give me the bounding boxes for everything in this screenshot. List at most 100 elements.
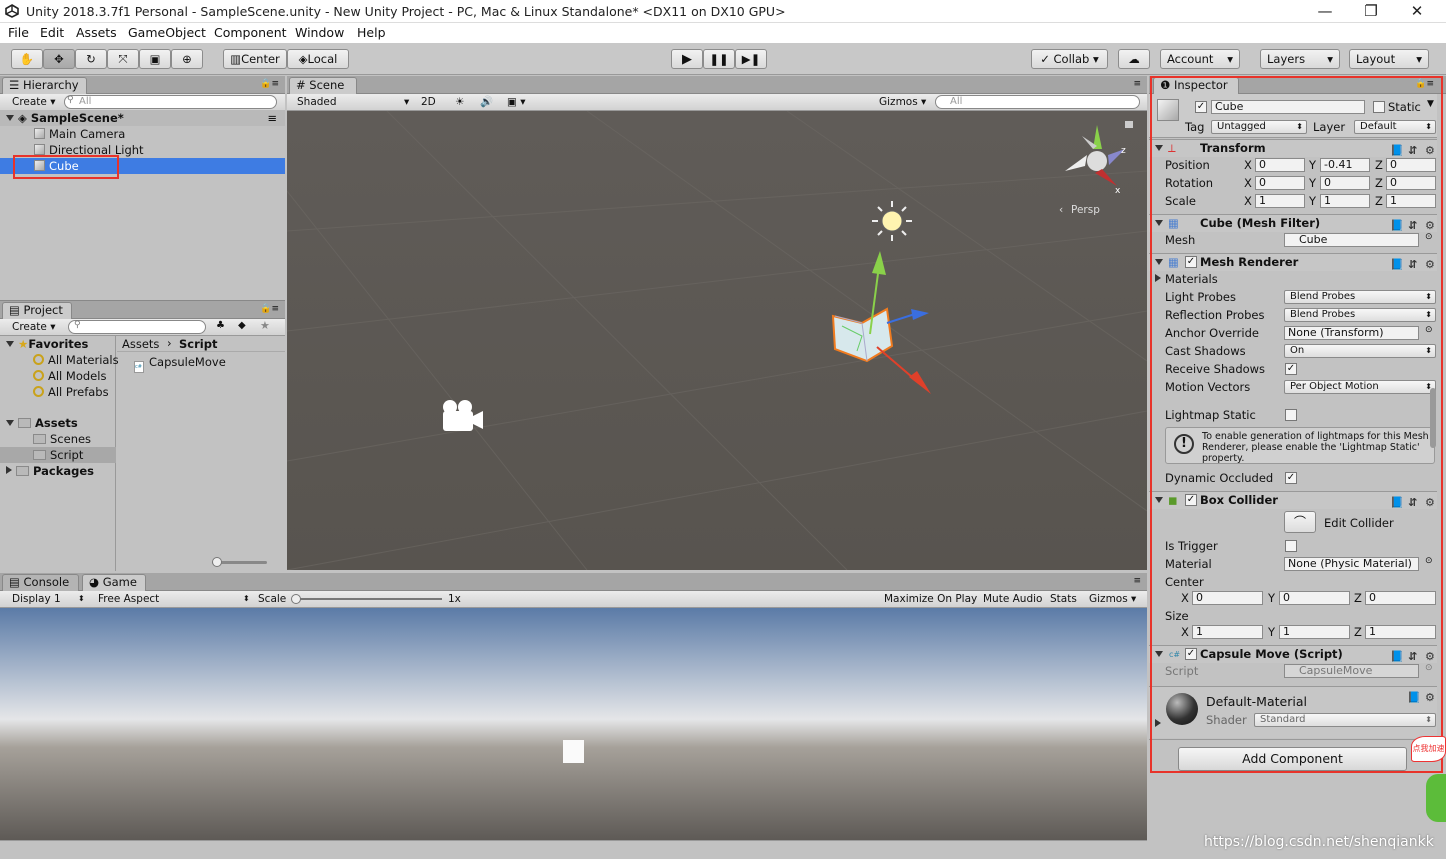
account-dropdown[interactable]: Account ▾ [1160,49,1240,69]
scale-slider[interactable] [294,598,442,600]
tab-console[interactable]: ▤ Console [2,574,79,591]
assets-row[interactable]: Assets [0,415,116,431]
hierarchy-search-input[interactable]: All [64,95,277,109]
fav-all-materials[interactable]: All Materials [0,352,119,368]
favorite-star-icon[interactable]: ★ [260,319,270,332]
play-button[interactable]: ▶ [671,49,703,69]
shading-mode-dropdown[interactable]: Shaded [297,95,337,110]
scene-audio-icon[interactable]: 🔊 [480,95,493,110]
folder-icon [18,418,31,428]
tab-scene[interactable]: # Scene [289,77,357,95]
dropdown-arrow-icon: ▾ [1416,52,1422,66]
scene-effects-icon[interactable]: ▣ ▾ [507,95,526,110]
maximize-on-play-toggle[interactable]: Maximize On Play [884,592,977,607]
maximize-button[interactable]: ❐ [1348,0,1394,23]
scene-gizmos-dropdown[interactable]: Gizmos ▾ [879,95,926,110]
pause-button[interactable]: ❚❚ [703,49,735,69]
fav-all-models[interactable]: All Models [0,368,116,384]
hierarchy-item-main-camera[interactable]: Main Camera [0,126,285,142]
filter-type-icon[interactable]: ♣ [216,320,225,331]
tab-hierarchy[interactable]: ☰ Hierarchy [2,77,87,95]
pivot-local-button[interactable]: ◈Local [287,49,349,69]
project-search-input[interactable] [68,320,206,334]
game-gizmos-dropdown[interactable]: Gizmos ▾ [1089,592,1136,607]
fav-all-prefabs[interactable]: All Prefabs [0,384,116,400]
game-cube [563,740,584,763]
cloud-button[interactable]: ☁ [1118,49,1150,69]
menu-assets[interactable]: Assets [76,25,117,40]
floating-widget-icon[interactable] [1426,774,1446,822]
svg-text:x: x [1115,186,1121,196]
menu-file[interactable]: File [8,25,29,40]
breadcrumb-assets[interactable]: Assets [122,337,159,351]
move-tool-button[interactable]: ✥ [43,49,75,69]
gameobject-icon [34,128,45,139]
aspect-dropdown[interactable]: Free Aspect [98,592,159,607]
inspector-highlight-box [1150,76,1443,773]
project-toolbar: Create ▾ ⚲ ♣ ◆ ★ [0,319,285,336]
display-dropdown[interactable]: Display 1 [12,592,61,607]
step-button[interactable]: ▶❚ [735,49,767,69]
dropdown-arrow-icon: ▾ [1327,52,1333,66]
scale-tool-button[interactable]: ⤧ [107,49,139,69]
hand-tool-button[interactable]: ✋ [11,49,43,69]
menu-help[interactable]: Help [357,25,386,40]
packages-row[interactable]: Packages [0,463,116,479]
close-button[interactable]: ✕ [1394,0,1440,23]
dropdown-arrow-icon: ⬍ [78,594,85,603]
layers-label: Layers [1267,52,1306,66]
pivot-center-button[interactable]: ▥Center [223,49,287,69]
scene-panel: # Scene ≡ Shaded ▾ 2D ☀ 🔊 ▣ ▾ Gizmos ▾ A… [287,76,1147,570]
transform-tool-button[interactable]: ⊕ [171,49,203,69]
game-viewport[interactable] [0,608,1147,840]
panel-menu-icon[interactable]: ≡ [1133,576,1141,586]
hierarchy-create-button[interactable]: Create ▾ [12,95,56,110]
item-label: All Models [48,369,107,383]
directional-light-gizmo[interactable] [872,201,912,241]
search-placeholder: All [79,96,92,107]
minimize-button[interactable]: — [1302,0,1348,23]
collab-button[interactable]: ✓ Collab ▾ [1031,49,1108,69]
folder-script[interactable]: Script [0,447,116,463]
menu-gameobject[interactable]: GameObject [128,25,206,40]
expand-arrow-icon [6,341,14,347]
menu-component[interactable]: Component [214,25,287,40]
scene-search-input[interactable]: All [935,95,1140,109]
scene-tabbar: # Scene ≡ [287,76,1147,95]
speedup-badge[interactable]: 点我加速 [1411,736,1446,762]
folder-scenes[interactable]: Scenes [0,431,116,447]
scene-lighting-icon[interactable]: ☀ [455,95,464,110]
tab-project[interactable]: ▤ Project [2,302,72,320]
panel-menu-icon[interactable]: 🔒≡ [260,79,279,89]
slider-thumb[interactable] [212,557,222,567]
scene-viewport[interactable]: z x Persp ‹ [287,111,1147,570]
favorites-row[interactable]: ★Favorites [0,336,116,352]
scale-slider-thumb[interactable] [291,594,301,604]
scene-toolbar: Shaded ▾ 2D ☀ 🔊 ▣ ▾ Gizmos ▾ All [287,94,1147,111]
mute-audio-toggle[interactable]: Mute Audio [983,592,1042,607]
persp-label[interactable]: Persp [1071,204,1100,216]
project-folder-tree: ★Favorites All Materials All Models All … [0,336,119,571]
asset-file-capsulemove[interactable]: c# CapsuleMove [134,354,274,373]
menu-window[interactable]: Window [295,25,344,40]
panel-menu-icon[interactable]: 🔒≡ [260,304,279,314]
breadcrumb-script[interactable]: Script [179,337,217,351]
hierarchy-tabbar: ☰ Hierarchy 🔒≡ [0,76,285,95]
filter-label-icon[interactable]: ◆ [238,320,246,331]
rect-tool-button[interactable]: ▣ [139,49,171,69]
toggle-2d-button[interactable]: 2D [421,95,436,110]
layout-dropdown[interactable]: Layout ▾ [1349,49,1429,69]
tab-game[interactable]: ◕ Game [82,574,146,592]
project-create-button[interactable]: Create ▾ [12,320,56,335]
scene-menu-icon[interactable]: ≡ [267,110,277,126]
rotate-tool-button[interactable]: ↻ [75,49,107,69]
menu-edit[interactable]: Edit [40,25,64,40]
hand-icon: ✋ [19,52,35,66]
console-icon: ▤ [9,575,24,589]
panel-menu-icon[interactable]: ≡ [1133,79,1141,89]
watermark: https://blog.csdn.net/shenqiankk [1204,834,1434,850]
scale-label: Scale [258,593,287,605]
stats-toggle[interactable]: Stats [1050,592,1077,607]
layers-dropdown[interactable]: Layers ▾ [1260,49,1340,69]
scene-root-row[interactable]: ◈ SampleScene* ≡ [0,110,285,126]
